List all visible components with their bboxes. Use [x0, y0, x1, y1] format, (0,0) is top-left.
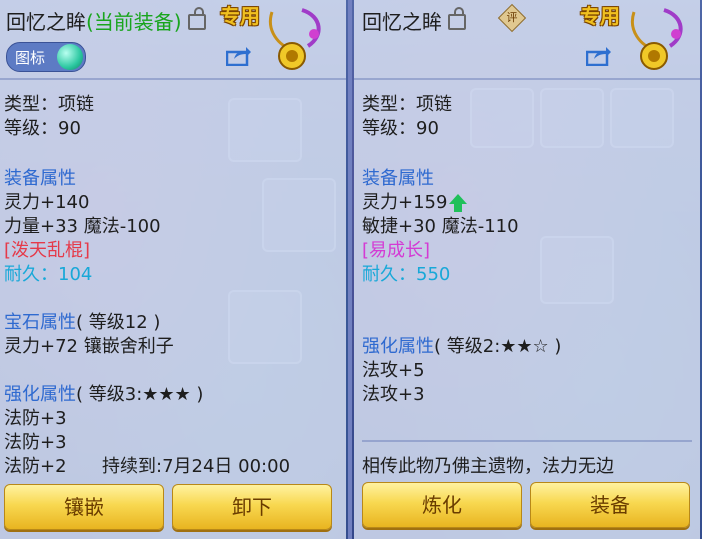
durability: 耐久：550 [362, 264, 451, 285]
enhance-stat-1: 法攻+5 [362, 360, 425, 381]
equip-attr-header: 装备属性 [4, 168, 76, 189]
equip-stat-1: 灵力+159 [362, 192, 448, 213]
rating-icon[interactable]: 评 [497, 3, 527, 33]
equip-stat-2: 敏捷+30 魔法-110 [362, 216, 519, 237]
item-level: 等级：90 [362, 118, 439, 139]
share-icon[interactable] [586, 46, 612, 66]
inlay-button[interactable]: 镶嵌 [4, 484, 164, 530]
item-title: 回忆之眸(当前装备) [6, 6, 206, 35]
enhance-level: ( 等级2:★★☆ ) [434, 336, 562, 357]
item-description: 相传此物乃佛主遗物，法力无边 [362, 456, 614, 477]
stat-up-arrow-icon [449, 194, 468, 212]
equip-stat-1: 灵力+140 [4, 192, 90, 213]
lock-icon[interactable] [187, 6, 206, 30]
enhance-stat-1: 法防+3 [4, 408, 67, 429]
exclusive-tag: 专用 [580, 4, 620, 28]
unequip-button[interactable]: 卸下 [172, 484, 332, 530]
exclusive-tag: 专用 [220, 4, 260, 28]
necklace-icon [269, 8, 321, 70]
separator [362, 440, 692, 442]
panel-divider [348, 0, 352, 539]
item-type: 类型：项链 [4, 94, 94, 115]
equip-button[interactable]: 装备 [530, 482, 690, 528]
gem-attr-header: 宝石属性 [4, 312, 76, 333]
item-title: 回忆之眸 [362, 6, 466, 35]
special-effect-name: [泼天乱棍] [4, 240, 91, 261]
share-icon[interactable] [226, 46, 252, 66]
gem-stat: 灵力+72 镶嵌舍利子 [4, 336, 174, 357]
item-level: 等级：90 [4, 118, 81, 139]
current-equipment-panel: 回忆之眸(当前装备) 专用 图标 类型：项链 等级：90 装备属性 灵力+140… [0, 0, 346, 539]
necklace-icon [631, 8, 683, 70]
equip-attr-header: 装备属性 [362, 168, 434, 189]
item-type: 类型：项链 [362, 94, 452, 115]
special-effect-name: [易成长] [362, 240, 431, 261]
equip-stat-2: 力量+33 魔法-100 [4, 216, 161, 237]
gem-level: ( 等级12 ) [76, 312, 161, 333]
separator [0, 78, 346, 80]
enhance-duration: 持续到:7月24日 00:00 [102, 456, 291, 477]
durability: 耐久：104 [4, 264, 93, 285]
icon-toggle[interactable]: 图标 [6, 42, 86, 72]
enhance-stat-3: 法防+2 [4, 456, 67, 477]
enhance-attr-header: 强化属性 [362, 336, 434, 357]
enhance-stat-2: 法防+3 [4, 432, 67, 453]
toggle-knob-icon [57, 44, 83, 70]
separator [354, 78, 700, 80]
current-equipped-status: (当前装备) [86, 10, 182, 34]
compare-equipment-panel: 回忆之眸 评 专用 类型：项链 等级：90 装备属性 灵力+159 敏捷+30 … [354, 0, 700, 539]
enhance-level: ( 等级3:★★★ ) [76, 384, 204, 405]
enhance-attr-line: 强化属性( 等级3:★★★ ) [4, 380, 203, 406]
gem-attr-line: 宝石属性( 等级12 ) [4, 308, 160, 334]
refine-button[interactable]: 炼化 [362, 482, 522, 528]
enhance-attr-line: 强化属性( 等级2:★★☆ ) [362, 332, 561, 358]
enhance-attr-header: 强化属性 [4, 384, 76, 405]
equip-stat-1-line: 灵力+159 [362, 188, 468, 214]
enhance-stat-2: 法攻+3 [362, 384, 425, 405]
lock-icon[interactable] [448, 6, 466, 30]
